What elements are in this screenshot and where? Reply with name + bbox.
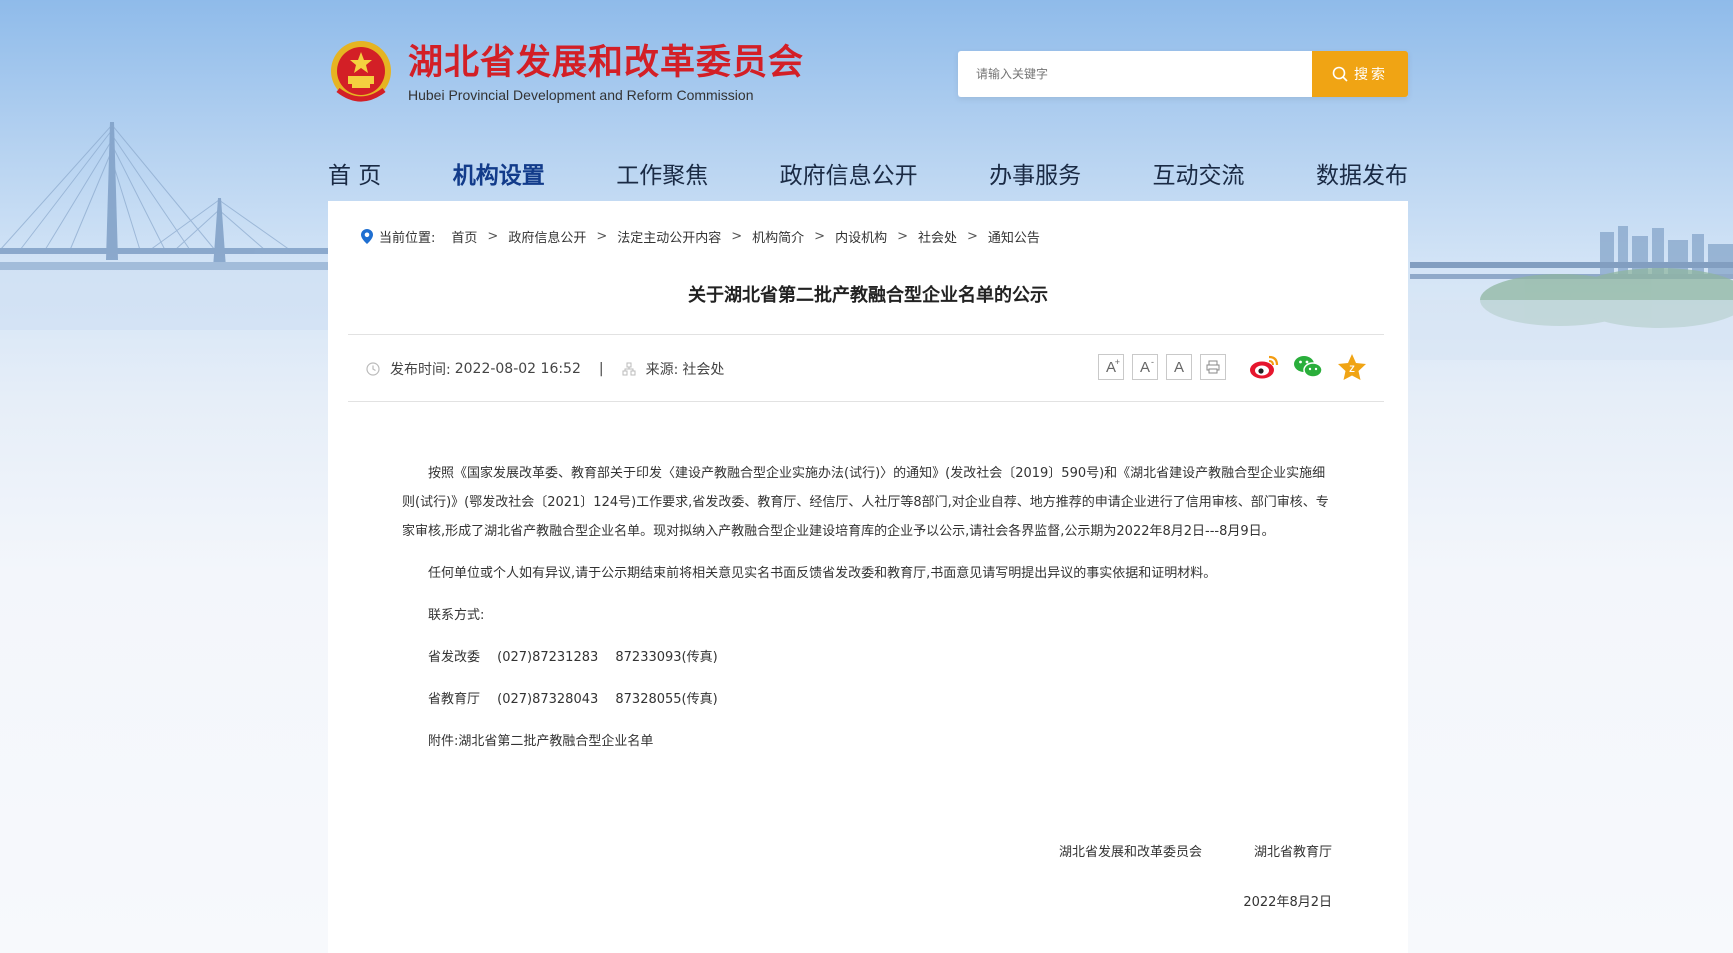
weibo-icon — [1250, 355, 1279, 379]
search-icon — [1332, 66, 1348, 82]
breadcrumb-internal-org[interactable]: 内设机构 — [835, 227, 887, 246]
font-increase-sup: + — [1114, 357, 1120, 367]
font-decrease-button[interactable]: A- — [1132, 354, 1158, 380]
favorite-icon: Z — [1338, 354, 1366, 380]
font-decrease-label: A — [1139, 358, 1150, 376]
article-date: 2022年8月2日 — [1243, 895, 1332, 910]
font-decrease-sup: - — [1151, 357, 1154, 367]
nav-item-home[interactable]: 首 页 — [328, 155, 381, 197]
font-reset-label: A — [1173, 358, 1184, 376]
article-signers: 湖北省发展和改革委员会 湖北省教育厅 — [1059, 841, 1332, 860]
breadcrumb-home[interactable]: 首页 — [451, 227, 477, 246]
breadcrumb-separator: > — [967, 229, 978, 244]
divider — [348, 401, 1384, 402]
search-button[interactable]: 搜索 — [1312, 51, 1408, 97]
source-icon — [622, 362, 636, 376]
article-meta: 发布时间: 2022-08-02 16:52 | 来源: 社会处 — [366, 359, 724, 379]
nav-item-organization[interactable]: 机构设置 — [453, 155, 545, 197]
share-weibo-button[interactable] — [1248, 351, 1280, 383]
article-paragraph: 按照《国家发展改革委、教育部关于印发〈建设产教融合型企业实施办法(试行)〉的通知… — [402, 466, 1329, 539]
main-nav: 首 页 机构设置 工作聚焦 政府信息公开 办事服务 互动交流 数据发布 — [328, 155, 1408, 197]
signer-ndrc: 湖北省发展和改革委员会 — [1058, 845, 1202, 860]
breadcrumb-separator: > — [897, 229, 908, 244]
national-emblem-icon — [331, 41, 391, 102]
svg-text:Z: Z — [1349, 364, 1355, 374]
font-reset-button[interactable]: A — [1166, 354, 1192, 380]
publish-label: 发布时间: — [390, 362, 451, 378]
article-paragraph: 任何单位或个人如有异议,请于公示期结束前将相关意见实名书面反馈省发改委和教育厅,… — [428, 566, 1217, 581]
article-title: 关于湖北省第二批产教融合型企业名单的公示 — [688, 285, 1048, 306]
signer-education: 湖北省教育厅 — [1253, 845, 1332, 860]
search-button-label: 搜索 — [1354, 67, 1388, 83]
breadcrumb-prefix: 当前位置: — [379, 231, 436, 246]
article-tools: A + A- A Z — [1090, 351, 1368, 383]
breadcrumb-social-dept[interactable]: 社会处 — [918, 227, 957, 246]
contact-ndrc: 省发改委 (027)87231283 87233093(传真) — [428, 650, 718, 665]
nav-item-services[interactable]: 办事服务 — [989, 155, 1081, 197]
breadcrumb: 当前位置: 首页 > 政府信息公开 > 法定主动公开内容 > 机构简介 > 内设… — [361, 227, 1040, 246]
search-bar: 搜索 — [958, 51, 1408, 97]
clock-icon — [366, 362, 380, 376]
article-card: 当前位置: 首页 > 政府信息公开 > 法定主动公开内容 > 机构简介 > 内设… — [328, 201, 1408, 953]
favorite-button[interactable]: Z — [1336, 351, 1368, 383]
breadcrumb-separator: > — [731, 229, 743, 244]
breadcrumb-notices[interactable]: 通知公告 — [988, 227, 1040, 246]
source-label: 来源: — [645, 362, 679, 378]
nav-item-gov-info[interactable]: 政府信息公开 — [780, 155, 918, 197]
attachment-link[interactable]: 附件:湖北省第二批产教融合型企业名单 — [402, 727, 1330, 756]
meta-divider: | — [598, 361, 604, 377]
breadcrumb-separator: > — [596, 229, 608, 244]
nav-item-work-focus[interactable]: 工作聚焦 — [616, 155, 708, 197]
search-input[interactable] — [958, 51, 1312, 97]
contact-heading: 联系方式: — [428, 608, 485, 623]
location-pin-icon — [361, 229, 373, 244]
site-title-en: Hubei Provincial Development and Reform … — [408, 87, 754, 103]
breadcrumb-separator: > — [814, 229, 826, 244]
breadcrumb-org-intro[interactable]: 机构简介 — [752, 227, 804, 246]
print-icon — [1206, 360, 1220, 374]
wechat-icon — [1294, 356, 1323, 378]
font-increase-button[interactable]: A + — [1098, 354, 1124, 380]
contact-education: 省教育厅 (027)87328043 87328055(传真) — [428, 692, 718, 707]
nav-item-interaction[interactable]: 互动交流 — [1153, 155, 1245, 197]
breadcrumb-separator: > — [487, 229, 499, 244]
article-body: 按照《国家发展改革委、教育部关于印发〈建设产教融合型企业实施办法(试行)〉的通知… — [402, 459, 1330, 769]
share-wechat-button[interactable] — [1292, 351, 1324, 383]
publish-time: 2022-08-02 16:52 — [454, 361, 581, 377]
nav-item-data-release[interactable]: 数据发布 — [1316, 155, 1408, 197]
source-value: 社会处 — [682, 362, 725, 378]
breadcrumb-gov-info[interactable]: 政府信息公开 — [508, 227, 586, 246]
breadcrumb-statutory[interactable]: 法定主动公开内容 — [617, 227, 721, 246]
divider — [348, 334, 1384, 335]
print-button[interactable] — [1200, 354, 1226, 380]
site-logo[interactable]: 湖北省发展和改革委员会 Hubei Provincial Development… — [328, 38, 804, 108]
site-title-cn: 湖北省发展和改革委员会 — [408, 43, 805, 83]
